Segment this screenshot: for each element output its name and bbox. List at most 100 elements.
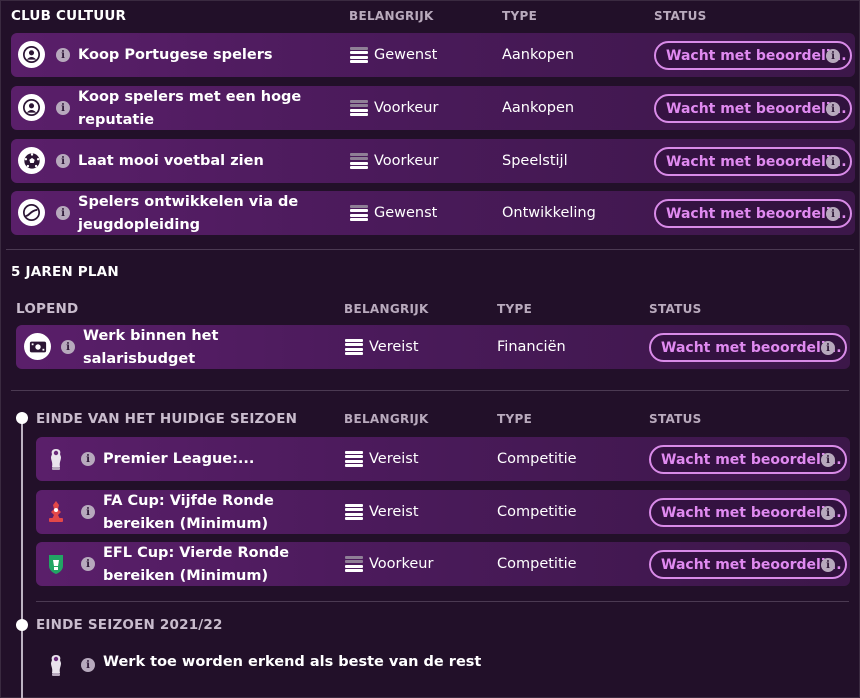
info-icon[interactable]: i [61, 340, 75, 354]
growth-icon [18, 199, 45, 226]
status-button[interactable]: Wacht met beoordeli... i [654, 94, 852, 123]
info-icon[interactable]: i [56, 48, 70, 62]
status-button[interactable]: Wacht met beoordeli... i [649, 498, 847, 527]
premier-league-crest-icon [45, 651, 67, 679]
status-button[interactable]: Wacht met beoordeli... i [649, 445, 847, 474]
status-info-icon[interactable]: i [821, 453, 835, 467]
objective-row[interactable]: i Koop Portugese spelers Gewenst Aankope… [11, 33, 855, 77]
objective-title: Koop spelers met een hoge reputatie [78, 89, 302, 128]
objective-row[interactable]: i Premier League:... Vereist Competitie … [36, 437, 850, 481]
status-info-icon[interactable]: i [826, 49, 840, 63]
importance-cell: Gewenst [350, 45, 437, 65]
timeline-dot [16, 619, 28, 631]
status-label: Wacht met beoordeli... [666, 153, 847, 170]
status-label: Wacht met beoordeli... [666, 100, 847, 117]
importance-cell: Gewenst [350, 203, 437, 223]
type-cell: Ontwikkeling [502, 205, 596, 221]
person-icon [18, 41, 45, 68]
objective-row[interactable]: i EFL Cup: Vierde Ronde bereiken (Minimu… [36, 542, 850, 586]
info-icon[interactable]: i [81, 452, 95, 466]
type-cell: Speelstijl [502, 153, 568, 169]
importance-cell: Vereist [345, 502, 419, 522]
football-icon [18, 147, 45, 174]
col-head-type: TYPE [502, 9, 538, 23]
importance-label: Voorkeur [374, 100, 439, 116]
status-label: Wacht met beoordeli... [666, 47, 847, 64]
objective-row[interactable]: i FA Cup: Vijfde Ronde bereiken (Minimum… [36, 490, 850, 534]
money-icon [24, 333, 51, 360]
timeline-dot [16, 412, 28, 424]
status-info-icon[interactable]: i [826, 102, 840, 116]
info-icon[interactable]: i [56, 206, 70, 220]
importance-label: Voorkeur [369, 556, 434, 572]
col-head-importance: BELANGRIJK [344, 412, 429, 426]
importance-label: Vereist [369, 451, 419, 467]
ongoing-title: LOPEND [16, 301, 79, 317]
section-divider [6, 249, 854, 250]
status-button[interactable]: Wacht met beoordeli... i [654, 147, 852, 176]
type-cell: Competitie [497, 556, 577, 572]
objective-row[interactable]: i Spelers ontwikkelen via de jeugdopleid… [11, 191, 855, 235]
status-info-icon[interactable]: i [821, 506, 835, 520]
importance-bars-icon [350, 46, 368, 64]
season-end-title: EINDE VAN HET HUIDIGE SEIZOEN [36, 411, 298, 427]
col-head-importance: BELANGRIJK [349, 9, 434, 23]
importance-label: Voorkeur [374, 153, 439, 169]
objective-title: Werk toe worden erkend als beste van de … [103, 654, 482, 670]
five-year-plan-title: 5 JAREN PLAN [11, 264, 119, 280]
section-divider [36, 601, 849, 602]
importance-bars-icon [345, 450, 363, 468]
type-cell: Financiën [497, 339, 566, 355]
status-label: Wacht met beoordeli... [661, 556, 842, 573]
premier-league-crest-icon [45, 445, 67, 473]
objective-title: Spelers ontwikkelen via de jeugdopleidin… [78, 194, 299, 233]
status-info-icon[interactable]: i [826, 155, 840, 169]
objective-row[interactable]: i Werk binnen het salarisbudget Vereist … [16, 325, 850, 369]
importance-bars-icon [345, 338, 363, 356]
objective-row[interactable]: i Laat mooi voetbal zien Voorkeur Speels… [11, 139, 855, 183]
col-head-status: STATUS [654, 9, 707, 23]
importance-cell: Voorkeur [345, 554, 433, 574]
col-head-status: STATUS [649, 302, 702, 316]
type-cell: Aankopen [502, 47, 575, 63]
importance-bars-icon [345, 503, 363, 521]
importance-bars-icon [350, 152, 368, 170]
objective-row[interactable]: i Werk toe worden erkend als beste van d… [36, 643, 850, 687]
status-button[interactable]: Wacht met beoordeli... i [654, 41, 852, 70]
importance-cell: Voorkeur [350, 98, 438, 118]
importance-cell: Voorkeur [350, 151, 438, 171]
fa-cup-crest-icon [45, 498, 67, 526]
objective-row[interactable]: i Koop spelers met een hoge reputatie Vo… [11, 86, 855, 130]
importance-label: Gewenst [374, 47, 438, 63]
status-button[interactable]: Wacht met beoordeli... i [649, 550, 847, 579]
timeline-line [21, 418, 23, 698]
importance-label: Vereist [369, 339, 419, 355]
status-label: Wacht met beoordeli... [661, 504, 842, 521]
status-info-icon[interactable]: i [821, 341, 835, 355]
importance-bars-icon [350, 99, 368, 117]
objective-title: Laat mooi voetbal zien [78, 153, 264, 169]
importance-bars-icon [345, 555, 363, 573]
col-head-importance: BELANGRIJK [344, 302, 429, 316]
status-label: Wacht met beoordeli... [661, 339, 842, 356]
season-2021-title: EINDE SEIZOEN 2021/22 [36, 617, 223, 633]
objective-title: Koop Portugese spelers [78, 47, 273, 63]
status-info-icon[interactable]: i [821, 558, 835, 572]
status-button[interactable]: Wacht met beoordeli... i [649, 333, 847, 362]
importance-cell: Vereist [345, 449, 419, 469]
info-icon[interactable]: i [81, 557, 95, 571]
status-button[interactable]: Wacht met beoordeli... i [654, 199, 852, 228]
col-head-type: TYPE [497, 412, 533, 426]
type-cell: Competitie [497, 504, 577, 520]
status-label: Wacht met beoordeli... [666, 205, 847, 222]
club-culture-title: CLUB CULTUUR [11, 8, 127, 24]
info-icon[interactable]: i [56, 154, 70, 168]
objective-title: Premier League:... [103, 451, 255, 467]
status-info-icon[interactable]: i [826, 207, 840, 221]
section-divider [11, 390, 849, 391]
info-icon[interactable]: i [81, 658, 95, 672]
info-icon[interactable]: i [81, 505, 95, 519]
col-head-type: TYPE [497, 302, 533, 316]
info-icon[interactable]: i [56, 101, 70, 115]
objective-title: Werk binnen het salarisbudget [83, 328, 219, 367]
